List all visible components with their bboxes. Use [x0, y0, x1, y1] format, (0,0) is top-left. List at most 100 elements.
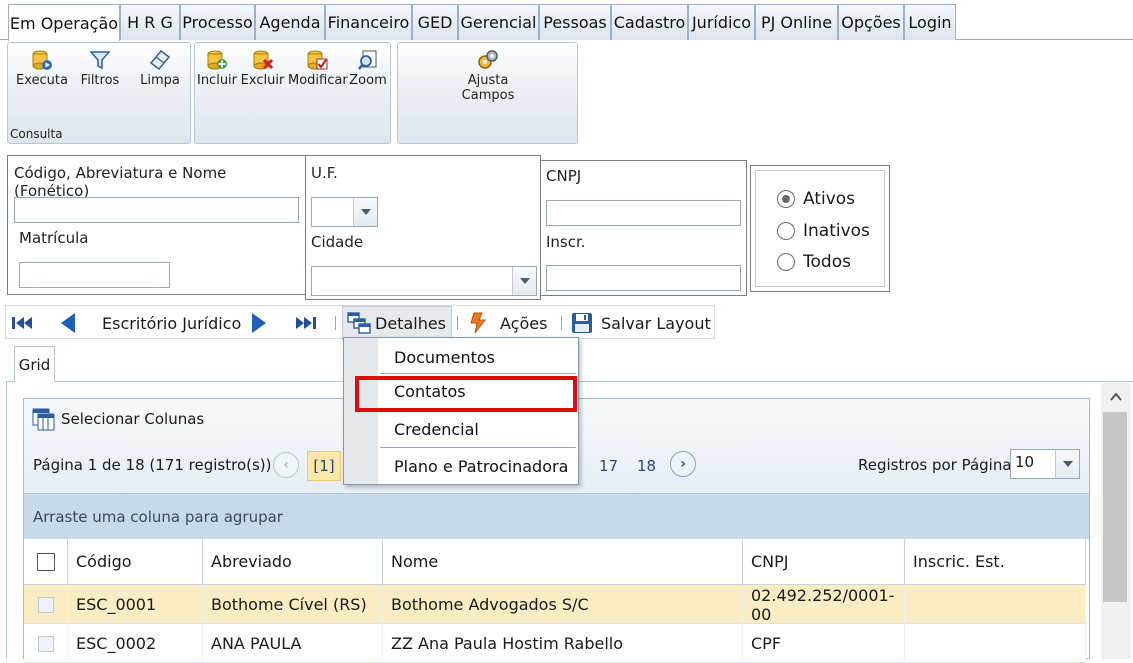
last-record-icon	[296, 317, 316, 329]
page-18-link[interactable]: 18	[637, 457, 656, 475]
inscr-input[interactable]	[546, 265, 741, 291]
tab-grid[interactable]: Grid	[14, 346, 55, 382]
tab-financeiro[interactable]: Financeiro	[325, 4, 412, 40]
next-page-button[interactable]: ›	[670, 451, 696, 477]
last-record-button[interactable]	[292, 306, 316, 340]
detalhes-button[interactable]: Detalhes	[342, 306, 452, 340]
tab-ged[interactable]: GED	[412, 4, 458, 40]
tab-label: Login	[908, 13, 952, 32]
column-header-cnpj[interactable]: CNPJ	[743, 539, 905, 585]
ribbon-group-edit: Incluir Excluir Modificar Zoom	[194, 42, 391, 144]
column-header-abreviado[interactable]: Abreviado	[203, 539, 383, 585]
cell-cnpj: CPF	[743, 624, 905, 663]
row-checkbox[interactable]	[37, 596, 54, 613]
radio-label: Ativos	[803, 189, 856, 209]
modificar-button[interactable]: Modificar	[288, 49, 348, 88]
highlight-box	[355, 376, 577, 412]
page-info: Página 1 de 18 (171 registro(s))	[33, 456, 272, 474]
menu-item-documentos[interactable]: Documentos	[394, 348, 495, 367]
menu-item-credencial[interactable]: Credencial	[394, 420, 479, 439]
tab-opcoes[interactable]: Opções	[838, 4, 904, 40]
column-header-nome[interactable]: Nome	[383, 539, 743, 585]
radio-circle[interactable]	[777, 253, 795, 271]
filter-cnpj-box: CNPJ Inscr.	[540, 160, 747, 296]
column-header-inscric-est[interactable]: Inscric. Est.	[905, 539, 1086, 585]
scroll-up-icon[interactable]	[1110, 392, 1122, 402]
columns-icon	[32, 408, 55, 431]
chevron-down-icon[interactable]	[1055, 450, 1079, 478]
cell-abreviado: Bothome Cível (RS)	[203, 585, 383, 624]
zoom-button[interactable]: Zoom	[348, 49, 388, 88]
excluir-button[interactable]: Excluir	[240, 49, 285, 88]
filter-icon	[89, 51, 111, 70]
first-record-button[interactable]	[12, 306, 36, 340]
next-record-button[interactable]	[250, 306, 268, 340]
radio-ativos[interactable]: Ativos	[777, 189, 855, 209]
tab-em-operacao[interactable]: Em Operação	[8, 4, 120, 41]
button-label: Executa	[16, 73, 68, 88]
limpa-button[interactable]: Limpa	[132, 49, 188, 88]
column-header-codigo[interactable]: Código	[68, 539, 203, 585]
tab-processo[interactable]: Processo	[180, 4, 255, 40]
filtros-button[interactable]: Filtros	[74, 49, 126, 88]
ajusta-campos-button[interactable]: Ajusta Campos	[453, 49, 523, 103]
tab-login[interactable]: Login	[904, 4, 956, 40]
tab-pessoas[interactable]: Pessoas	[539, 4, 611, 40]
tab-gerencial[interactable]: Gerencial	[458, 4, 539, 40]
acoes-button[interactable]: Ações	[468, 306, 547, 340]
cnpj-label: CNPJ	[546, 167, 582, 185]
tab-label: Pessoas	[543, 13, 607, 32]
current-page: [1]	[307, 451, 341, 481]
executa-button[interactable]: Executa	[12, 49, 72, 88]
per-page-select[interactable]: 10	[1010, 449, 1080, 479]
acoes-label: Ações	[500, 313, 548, 333]
previous-record-button[interactable]	[59, 306, 77, 340]
radio-inativos[interactable]: Inativos	[777, 221, 870, 241]
uf-select[interactable]	[311, 197, 378, 227]
eraser-icon	[149, 49, 171, 71]
chevron-down-icon[interactable]	[353, 198, 377, 226]
cnpj-input[interactable]	[546, 200, 741, 226]
tab-label: Jurídico	[691, 13, 752, 32]
tab-pj-online[interactable]: PJ Online	[755, 4, 838, 40]
per-page-label: Registros por Página	[858, 456, 1012, 474]
tab-cadastro[interactable]: Cadastro	[611, 4, 688, 40]
scrollbar-thumb[interactable]	[1103, 412, 1127, 602]
codigo-input[interactable]	[14, 197, 299, 223]
tab-label: Processo	[182, 13, 253, 32]
page-17-link[interactable]: 17	[599, 457, 618, 475]
incluir-button[interactable]: Incluir	[196, 49, 238, 88]
tab-label: GED	[417, 13, 453, 32]
table-row[interactable]: ESC_0001 Bothome Cível (RS) Bothome Advo…	[24, 585, 1086, 624]
radio-circle[interactable]	[777, 190, 795, 208]
cidade-select[interactable]	[311, 266, 537, 296]
button-label: Limpa	[140, 73, 180, 88]
ribbon-group-consulta: Executa Filtros Limpa Consulta	[7, 42, 191, 144]
salvar-layout-label: Salvar Layout	[601, 313, 711, 333]
matricula-label: Matrícula	[19, 229, 89, 247]
matricula-input[interactable]	[19, 262, 170, 288]
table-row[interactable]: ESC_0002 ANA PAULA ZZ Ana Paula Hostim R…	[24, 624, 1086, 663]
record-nav-toolbar: Escritório Jurídico Detalhes Ações Salva…	[5, 305, 715, 340]
ribbon-group-ajusta: Ajusta Campos	[397, 42, 578, 144]
select-all-header	[24, 539, 68, 585]
tab-agenda[interactable]: Agenda	[255, 4, 325, 40]
salvar-layout-button[interactable]: Salvar Layout	[571, 306, 711, 340]
button-label: Modificar	[288, 73, 348, 88]
radio-circle[interactable]	[777, 222, 795, 240]
button-label: Incluir	[196, 73, 238, 88]
chevron-down-icon[interactable]	[512, 267, 536, 295]
prev-page-button[interactable]: ‹	[273, 452, 299, 478]
row-checkbox[interactable]	[37, 635, 54, 652]
tab-label: H R G	[127, 13, 173, 32]
select-all-checkbox[interactable]	[36, 552, 55, 571]
chevron-left-icon: ‹	[283, 457, 289, 473]
tab-hrg[interactable]: H R G	[120, 4, 180, 40]
previous-icon	[61, 313, 75, 333]
radio-todos[interactable]: Todos	[777, 252, 851, 272]
select-columns-button[interactable]: Selecionar Colunas	[32, 407, 204, 431]
tab-juridico[interactable]: Jurídico	[688, 4, 755, 40]
cell-abreviado: ANA PAULA	[203, 624, 383, 663]
menu-item-plano-patrocinadora[interactable]: Plano e Patrocinadora	[394, 457, 568, 476]
cell-codigo: ESC_0001	[68, 585, 203, 624]
